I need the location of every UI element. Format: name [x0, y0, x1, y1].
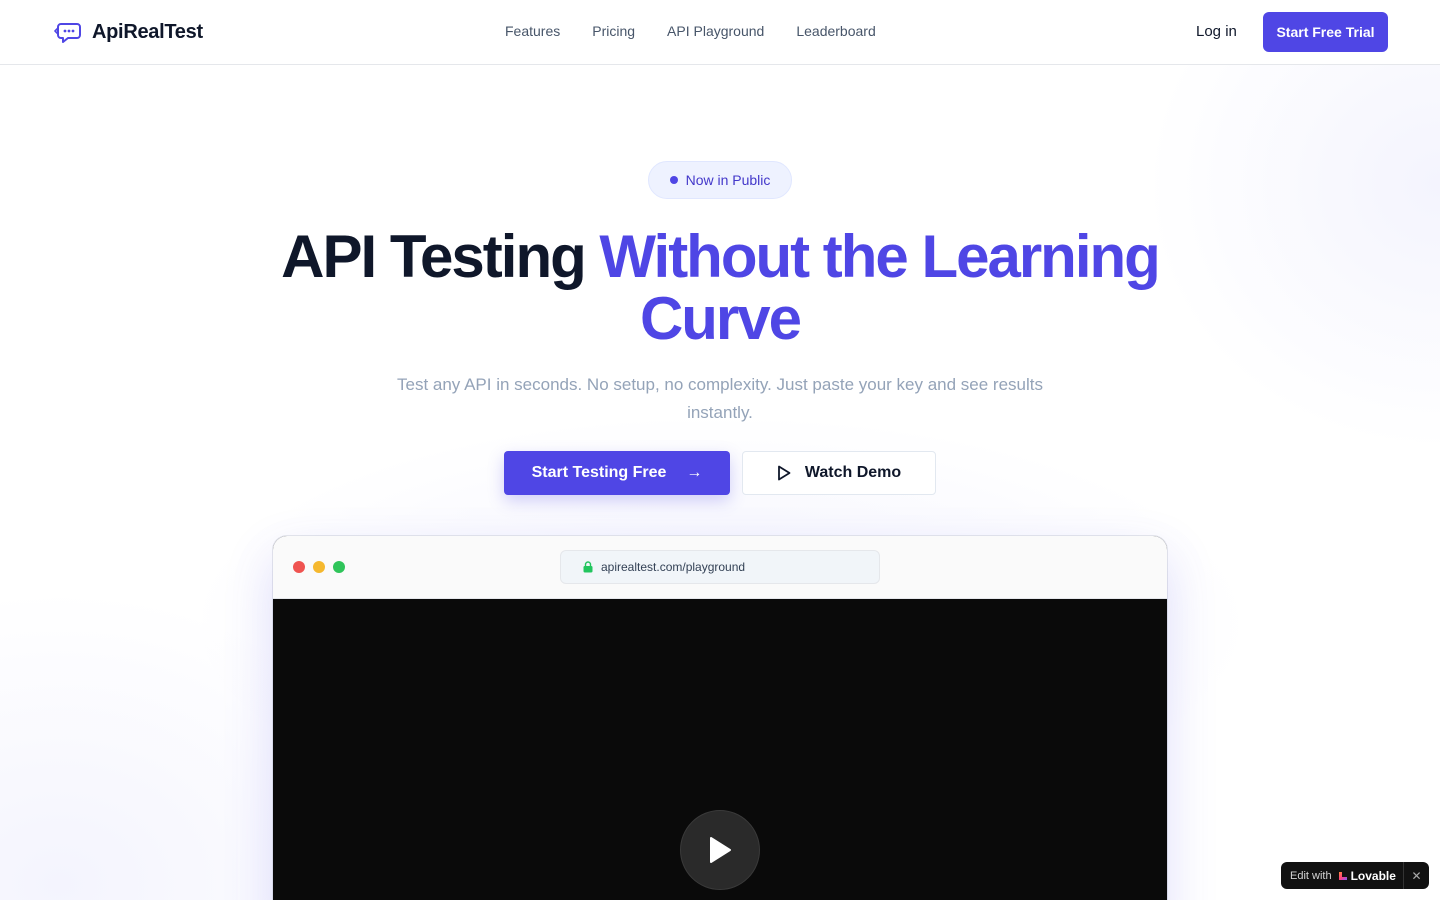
close-icon[interactable]: ✕: [1403, 862, 1429, 889]
nav-link-pricing[interactable]: Pricing: [592, 23, 635, 39]
start-testing-free-button[interactable]: Start Testing Free →: [504, 451, 730, 495]
lock-icon: [583, 561, 593, 573]
top-navigation: ApiRealTest Features Pricing API Playgro…: [0, 0, 1440, 65]
hero-subtext: Test any API in seconds. No setup, no co…: [396, 375, 1044, 422]
lovable-brand-text: Lovable: [1350, 868, 1396, 883]
url-bar: apirealtest.com/playground: [560, 550, 880, 584]
lovable-heart-icon: [1338, 871, 1347, 880]
lovable-brand: Lovable: [1338, 869, 1396, 883]
status-badge: Now in Public: [648, 161, 792, 199]
nav-link-features[interactable]: Features: [505, 23, 560, 39]
url-text: apirealtest.com/playground: [601, 560, 746, 574]
nav-link-leaderboard[interactable]: Leaderboard: [796, 23, 875, 39]
play-outline-icon: [777, 465, 791, 481]
demo-video[interactable]: [273, 599, 1167, 900]
nav-links: Features Pricing API Playground Leaderbo…: [505, 23, 876, 39]
brand-name: ApiRealTest: [92, 20, 203, 43]
start-free-trial-button[interactable]: Start Free Trial: [1263, 12, 1388, 52]
status-badge-label: Now in Public: [685, 172, 771, 188]
lovable-prefix: Edit with: [1290, 869, 1332, 882]
status-dot-icon: [669, 176, 678, 184]
window-minimize-dot-icon: [313, 561, 325, 573]
brand-logo[interactable]: ApiRealTest: [54, 20, 203, 44]
window-maximize-dot-icon: [333, 561, 345, 573]
watch-demo-button[interactable]: Watch Demo: [742, 451, 936, 495]
play-icon: [710, 837, 731, 863]
nav-link-api-playground[interactable]: API Playground: [667, 23, 764, 39]
video-play-button[interactable]: [680, 810, 760, 890]
headline-accent: Without the Learning Curve: [599, 223, 1160, 352]
edit-with-lovable-badge[interactable]: Edit with Lovable ✕: [1281, 862, 1429, 889]
watch-demo-label: Watch Demo: [804, 464, 902, 481]
browser-preview: apirealtest.com/playground: [273, 536, 1167, 900]
browser-toolbar: apirealtest.com/playground: [273, 536, 1167, 599]
window-close-dot-icon: [293, 561, 305, 573]
login-link[interactable]: Log in: [1196, 23, 1237, 40]
headline-main: API Testing: [281, 223, 587, 290]
chat-bubble-code-icon: [54, 23, 81, 43]
arrow-right-icon: →: [686, 464, 703, 481]
start-testing-free-label: Start Testing Free: [531, 464, 667, 481]
hero-headline: API Testing Without the Learning Curve: [220, 226, 1220, 350]
